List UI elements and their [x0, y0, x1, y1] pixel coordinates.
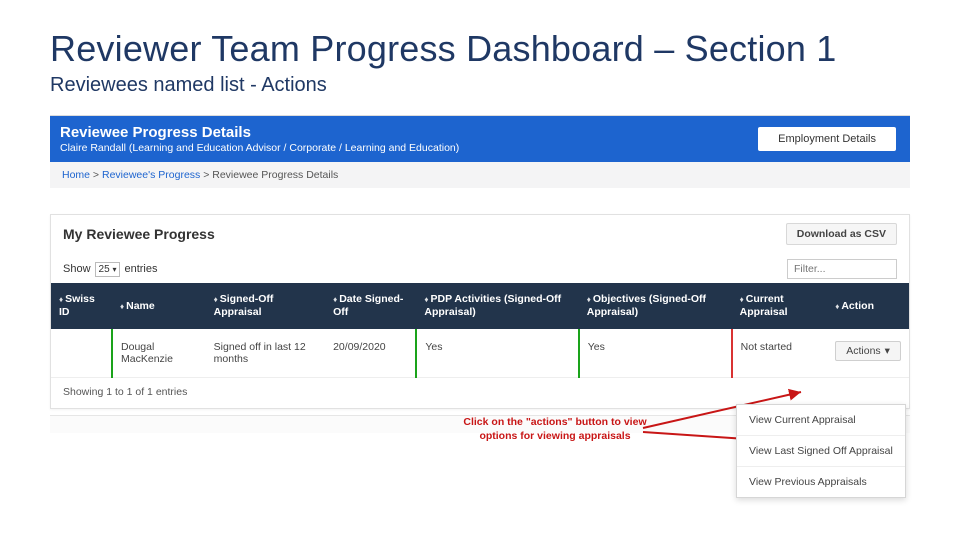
- cell-name: Dougal MacKenzie: [112, 329, 206, 378]
- annotation-callout: Click on the "actions" button to view op…: [455, 416, 655, 443]
- cell-pdp: Yes: [416, 329, 578, 378]
- cell-swiss-id: [51, 329, 112, 378]
- breadcrumb-sep: >: [90, 169, 102, 181]
- show-label: Show: [63, 263, 91, 275]
- breadcrumb: Home > Reviewee's Progress > Reviewee Pr…: [50, 162, 910, 188]
- cell-date-signed: 20/09/2020: [325, 329, 416, 378]
- caret-down-icon: ▾: [885, 345, 890, 357]
- cell-action: Actions ▾: [827, 329, 909, 378]
- col-swiss-id[interactable]: ♦Swiss ID: [51, 283, 112, 329]
- table-row: Dougal MacKenzie Signed off in last 12 m…: [51, 329, 909, 378]
- cell-current: Not started: [732, 329, 828, 378]
- sort-icon: ♦: [214, 295, 218, 304]
- menu-view-last-signed-off[interactable]: View Last Signed Off Appraisal: [737, 436, 905, 467]
- breadcrumb-sep: >: [200, 169, 212, 181]
- breadcrumb-current: Reviewee Progress Details: [212, 169, 338, 181]
- sort-icon: ♦: [424, 295, 428, 304]
- entries-label: entries: [124, 263, 157, 275]
- cell-signed-off: Signed off in last 12 months: [206, 329, 325, 378]
- col-name[interactable]: ♦Name: [112, 283, 206, 329]
- slide-title: Reviewer Team Progress Dashboard – Secti…: [0, 0, 960, 74]
- page-title: Reviewee Progress Details: [60, 124, 459, 141]
- col-date-signed[interactable]: ♦Date Signed-Off: [325, 283, 416, 329]
- filter-input[interactable]: [787, 259, 897, 279]
- panel-title: My Reviewee Progress: [63, 226, 215, 242]
- menu-view-previous[interactable]: View Previous Appraisals: [737, 467, 905, 497]
- sort-icon: ♦: [587, 295, 591, 304]
- employment-details-button[interactable]: Employment Details: [758, 127, 896, 151]
- actions-button[interactable]: Actions ▾: [835, 341, 901, 361]
- breadcrumb-mid[interactable]: Reviewee's Progress: [102, 169, 200, 181]
- col-current[interactable]: ♦Current Appraisal: [732, 283, 828, 329]
- menu-view-current[interactable]: View Current Appraisal: [737, 405, 905, 436]
- actions-dropdown-menu: View Current Appraisal View Last Signed …: [736, 404, 906, 498]
- chevron-down-icon: ▾: [112, 265, 116, 274]
- col-signed-off[interactable]: ♦Signed-Off Appraisal: [206, 283, 325, 329]
- col-action[interactable]: ♦Action: [827, 283, 909, 329]
- actions-button-label: Actions: [846, 345, 880, 357]
- sort-icon: ♦: [59, 295, 63, 304]
- show-entries-control: Show 25 ▾ entries: [63, 262, 157, 277]
- reviewee-table: ♦Swiss ID ♦Name ♦Signed-Off Appraisal ♦D…: [51, 283, 909, 378]
- page-subtitle: Claire Randall (Learning and Education A…: [60, 142, 459, 154]
- sort-icon: ♦: [740, 295, 744, 304]
- slide-subtitle: Reviewees named list - Actions: [0, 74, 960, 115]
- cell-objectives: Yes: [579, 329, 732, 378]
- breadcrumb-home[interactable]: Home: [62, 169, 90, 181]
- page-header: Reviewee Progress Details Claire Randall…: [50, 116, 910, 162]
- page-size-select[interactable]: 25 ▾: [95, 262, 121, 277]
- col-pdp[interactable]: ♦PDP Activities (Signed-Off Appraisal): [416, 283, 578, 329]
- sort-icon: ♦: [835, 302, 839, 311]
- screenshot-wrap: Reviewee Progress Details Claire Randall…: [50, 115, 910, 433]
- sort-icon: ♦: [120, 302, 124, 311]
- sort-icon: ♦: [333, 295, 337, 304]
- download-csv-button[interactable]: Download as CSV: [786, 223, 897, 245]
- col-objectives[interactable]: ♦Objectives (Signed-Off Appraisal): [579, 283, 732, 329]
- reviewee-progress-panel: My Reviewee Progress Download as CSV Sho…: [50, 214, 910, 409]
